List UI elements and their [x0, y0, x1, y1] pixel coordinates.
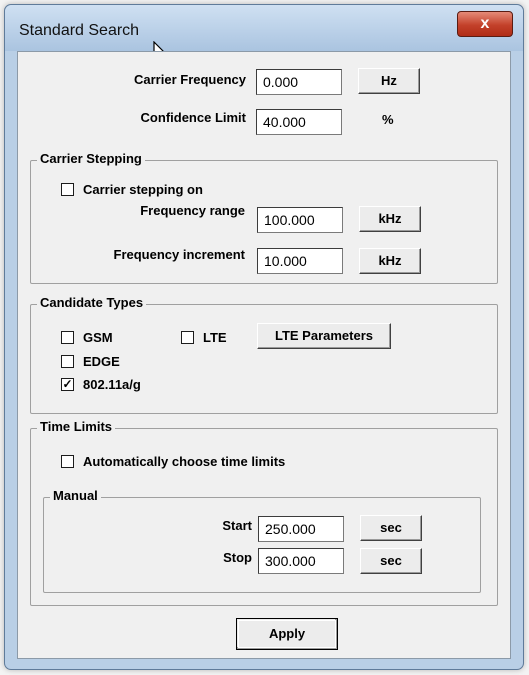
- time-limits-group: Time Limits Automatically choose time li…: [30, 419, 498, 606]
- standard-search-dialog: Standard Search x Carrier Frequency Hz C…: [4, 4, 524, 670]
- confidence-limit-unit: %: [382, 112, 394, 127]
- manual-group: Manual Start sec Stop sec: [43, 488, 481, 593]
- carrier-frequency-label: Carrier Frequency: [134, 72, 246, 87]
- frequency-range-unit-button[interactable]: kHz: [359, 206, 421, 232]
- frequency-increment-label: Frequency increment: [113, 247, 246, 262]
- stop-unit-button[interactable]: sec: [360, 548, 422, 574]
- carrier-frequency-input[interactable]: [256, 69, 342, 95]
- confidence-limit-label: Confidence Limit: [140, 110, 246, 125]
- frequency-increment-unit-button[interactable]: kHz: [359, 248, 421, 274]
- title-bar[interactable]: Standard Search x: [5, 5, 523, 51]
- carrier-stepping-checkbox[interactable]: [61, 183, 74, 196]
- start-unit-button[interactable]: sec: [360, 515, 422, 541]
- gsm-checkbox-label: GSM: [83, 330, 113, 345]
- start-input[interactable]: [258, 516, 344, 542]
- edge-checkbox-label: EDGE: [83, 354, 120, 369]
- lte-checkbox-label: LTE: [203, 330, 227, 345]
- candidate-types-title: Candidate Types: [37, 295, 147, 310]
- stop-label: Stop: [223, 550, 252, 565]
- window-title: Standard Search: [19, 22, 140, 39]
- start-label: Start: [222, 518, 252, 533]
- wifi-80211ag-checkbox-label: 802.11a/g: [83, 377, 141, 392]
- lte-checkbox[interactable]: [181, 331, 194, 344]
- time-limits-title: Time Limits: [37, 419, 116, 434]
- carrier-stepping-title: Carrier Stepping: [37, 151, 145, 166]
- edge-checkbox[interactable]: [61, 355, 74, 368]
- auto-time-limits-checkbox[interactable]: [61, 455, 74, 468]
- carrier-stepping-checkbox-label: Carrier stepping on: [83, 182, 203, 197]
- carrier-stepping-group: Carrier Stepping Carrier stepping on Fre…: [30, 151, 498, 284]
- frequency-range-input[interactable]: [257, 207, 343, 233]
- manual-title: Manual: [50, 488, 101, 503]
- candidate-types-group: Candidate Types GSM LTE LTE Parameters E…: [30, 295, 498, 414]
- auto-time-limits-checkbox-label: Automatically choose time limits: [83, 454, 286, 469]
- lte-parameters-button[interactable]: LTE Parameters: [257, 323, 391, 349]
- wifi-80211ag-checkbox[interactable]: ✓: [61, 378, 74, 391]
- frequency-increment-input[interactable]: [257, 248, 343, 274]
- gsm-checkbox[interactable]: [61, 331, 74, 344]
- stop-input[interactable]: [258, 548, 344, 574]
- frequency-range-label: Frequency range: [140, 203, 245, 218]
- confidence-limit-input[interactable]: [256, 109, 342, 135]
- close-button[interactable]: x: [457, 11, 513, 37]
- carrier-frequency-unit-button[interactable]: Hz: [358, 68, 420, 94]
- dialog-client-area: Carrier Frequency Hz Confidence Limit % …: [17, 51, 511, 659]
- apply-button[interactable]: Apply: [236, 618, 338, 650]
